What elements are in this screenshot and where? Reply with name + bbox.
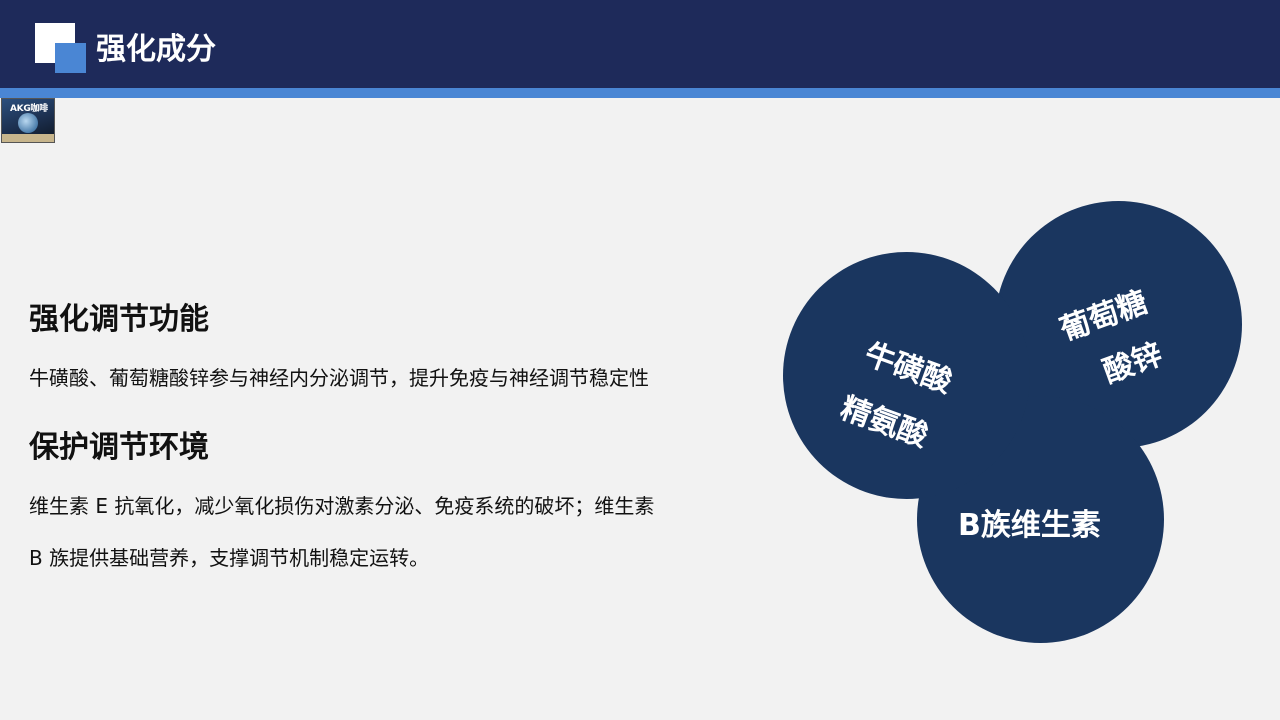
section-heading-function: 强化调节功能 — [29, 302, 209, 337]
logo-square-blue — [55, 43, 86, 73]
product-band-graphic — [2, 134, 54, 142]
bubble-label-vitamin-b: B族维生素 — [958, 508, 1101, 543]
section-body-line: 牛磺酸、葡萄糖酸锌参与神经内分泌调节，提升免疫与神经调节稳定性 — [29, 366, 649, 390]
section-body-line: 维生素 E 抗氧化，减少氧化损伤对激素分泌、免疫系统的破坏；维生素 — [29, 494, 655, 518]
section-body-line: B 族提供基础营养，支撑调节机制稳定运转。 — [29, 546, 430, 570]
product-globe-graphic — [18, 113, 38, 133]
page-title: 强化成分 — [96, 32, 216, 67]
section-heading-environment: 保护调节环境 — [29, 430, 209, 465]
header-accent-stripe — [0, 88, 1280, 98]
product-image: AKG咖啡 — [1, 98, 55, 143]
